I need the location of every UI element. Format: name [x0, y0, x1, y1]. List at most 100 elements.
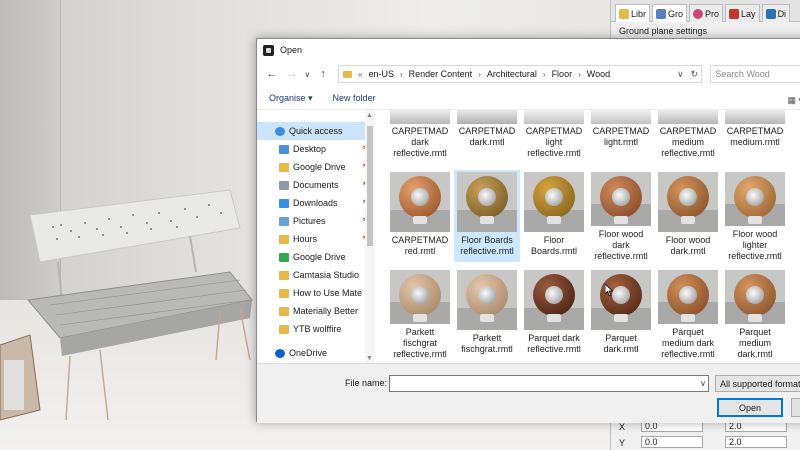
material-thumbnail [725, 270, 785, 324]
breadcrumb-separator-icon: › [542, 69, 546, 79]
scroll-down-icon[interactable]: ▼ [366, 355, 373, 362]
material-thumbnail [725, 172, 785, 226]
file-name: Parquet medium dark reflective.rmtl [661, 327, 715, 359]
scroll-thumb[interactable] [367, 126, 373, 246]
refresh-icon[interactable]: ↻ [687, 66, 701, 82]
material-thumbnail [390, 172, 450, 232]
height-input[interactable]: 2.0 [725, 436, 787, 448]
file-name: CARPETMAD medium reflective.rmtl [659, 126, 717, 158]
dialog-title: Open [280, 45, 303, 55]
nav-item-label: Quick access [289, 126, 343, 136]
file-tile[interactable]: Floor wood dark reflective.rmtl [588, 170, 654, 262]
nav-item-label: Documents [293, 180, 339, 190]
organise-button[interactable]: Organise ▾ [269, 93, 313, 104]
material-thumbnail [524, 172, 584, 232]
breadcrumb-overflow[interactable]: « [358, 70, 366, 79]
folder-icon [279, 162, 289, 172]
material-thumbnail [658, 110, 718, 124]
google-drive-icon [279, 252, 289, 262]
tab-groups[interactable]: Gro [652, 4, 688, 22]
file-tile[interactable]: Parquet dark reflective.rmtl [521, 268, 587, 360]
nav-pane-scrollbar[interactable]: ▲ ▼ [365, 110, 375, 364]
file-name-input[interactable]: ∨ [389, 375, 709, 392]
view-options-icon[interactable]: ▦ ▾ [787, 95, 800, 106]
material-sphere [734, 176, 776, 218]
nav-item-quick-access[interactable]: Quick access [257, 122, 375, 140]
file-tile[interactable]: CARPETMAD medium.rmtl [722, 110, 788, 164]
file-tile[interactable]: Parkett fischgrat reflective.rmtl [387, 268, 453, 360]
folder-icon [279, 270, 289, 280]
file-tile[interactable]: Parquet medium dark.rmtl [722, 268, 788, 360]
breadcrumb-en-us[interactable]: en-US [366, 69, 396, 79]
nav-item-google-drive[interactable]: Google Drive📌 [257, 158, 375, 176]
file-name: Parkett fischgrat.rmtl [461, 333, 513, 354]
nav-item-pictures[interactable]: Pictures📌 [257, 212, 375, 230]
file-tile[interactable]: Floor wood dark.rmtl [655, 170, 721, 262]
breadcrumb-separator-icon: › [399, 69, 403, 79]
tab-label: Lay [741, 8, 756, 19]
scroll-up-icon[interactable]: ▲ [366, 112, 373, 119]
material-thumbnail [591, 172, 651, 226]
address-bar[interactable]: « en-US › Render Content › Architectural… [338, 65, 703, 83]
file-tile[interactable]: Parquet dark.rmtl [588, 268, 654, 360]
folder-icon [279, 234, 289, 244]
file-tile[interactable]: Floor wood lighter reflective.rmtl [722, 170, 788, 262]
file-tile[interactable]: CARPETMAD dark reflective.rmtl [387, 110, 453, 164]
file-tile[interactable]: CARPETMAD dark.rmtl [454, 110, 520, 164]
breadcrumb-floor[interactable]: Floor [550, 69, 575, 79]
open-button[interactable]: Open [717, 398, 783, 417]
nav-item-label: Desktop [293, 144, 327, 154]
file-tile[interactable]: CARPETMAD medium reflective.rmtl [655, 110, 721, 164]
file-name: CARPETMAD light.rmtl [592, 126, 650, 147]
dialog-titlebar[interactable]: Open [257, 39, 800, 61]
forward-arrow-icon[interactable]: → [283, 65, 301, 83]
file-tile[interactable]: CARPETMAD red.rmtl [387, 170, 453, 262]
file-type-select[interactable]: All supported formats [715, 375, 800, 392]
nav-item-google-drive[interactable]: Google Drive [257, 248, 375, 266]
search-input[interactable]: Search Wood [710, 65, 800, 83]
nav-item-label: Hours [293, 234, 318, 244]
tab-properties[interactable]: Pro [689, 4, 724, 22]
new-folder-button[interactable]: New folder [333, 93, 376, 103]
nav-item-hours[interactable]: Hours📌 [257, 230, 375, 248]
tab-layers[interactable]: Lay [725, 4, 760, 22]
documents-icon [279, 180, 289, 190]
file-tile[interactable]: CARPETMAD light reflective.rmtl [521, 110, 587, 164]
material-sphere [533, 274, 575, 316]
nav-item-how-to-use-mate[interactable]: How to Use Mate [257, 284, 375, 302]
breadcrumb-architectural[interactable]: Architectural [485, 69, 539, 79]
file-tile[interactable]: Parkett fischgrat.rmtl [454, 268, 520, 360]
tab-libraries[interactable]: Libr [615, 4, 651, 22]
sphere-stand [480, 314, 494, 322]
sphere-stand [547, 314, 561, 322]
layers-icon [729, 8, 740, 19]
nav-item-camtasia-studio[interactable]: Camtasia Studio [257, 266, 375, 284]
nav-item-onedrive[interactable]: OneDrive [257, 344, 375, 362]
recent-locations-chevron-icon[interactable]: ∨ [302, 65, 312, 83]
file-tile[interactable]: Floor Boards reflective.rmtl [454, 170, 520, 262]
nav-item-materially-better[interactable]: Materially Better [257, 302, 375, 320]
mouse-cursor-icon [605, 284, 613, 296]
desktop-icon [279, 144, 289, 154]
file-tile[interactable]: Parquet medium dark reflective.rmtl [655, 268, 721, 360]
file-list-pane: CARPETMAD dark reflective.rmtl CARPETMAD … [379, 110, 800, 364]
file-tile[interactable]: Floor Boards.rmtl [521, 170, 587, 262]
file-name: Floor wood dark reflective.rmtl [594, 229, 648, 261]
file-name: CARPETMAD light reflective.rmtl [525, 126, 583, 158]
nav-item-desktop[interactable]: Desktop📌 [257, 140, 375, 158]
file-tile[interactable]: CARPETMAD light.rmtl [588, 110, 654, 164]
nav-item-documents[interactable]: Documents📌 [257, 176, 375, 194]
y-input[interactable]: 0.0 [641, 436, 703, 448]
breadcrumb-wood[interactable]: Wood [585, 69, 612, 79]
nav-item-downloads[interactable]: Downloads📌 [257, 194, 375, 212]
nav-item-ytb-wolffire[interactable]: YTB wolffire [257, 320, 375, 338]
side-panel-tabs: Libr Gro Pro Lay Di [611, 0, 800, 22]
up-arrow-icon[interactable]: ↑ [314, 65, 332, 83]
breadcrumb-render-content[interactable]: Render Content [407, 69, 475, 79]
cancel-button[interactable] [791, 398, 800, 417]
tab-display[interactable]: Di [761, 4, 791, 22]
chevron-down-icon[interactable]: ∨ [700, 379, 706, 388]
file-name: CARPETMAD medium.rmtl [726, 126, 784, 147]
chevron-down-icon[interactable]: ∨ [673, 66, 687, 82]
back-arrow-icon[interactable]: ← [263, 65, 281, 83]
